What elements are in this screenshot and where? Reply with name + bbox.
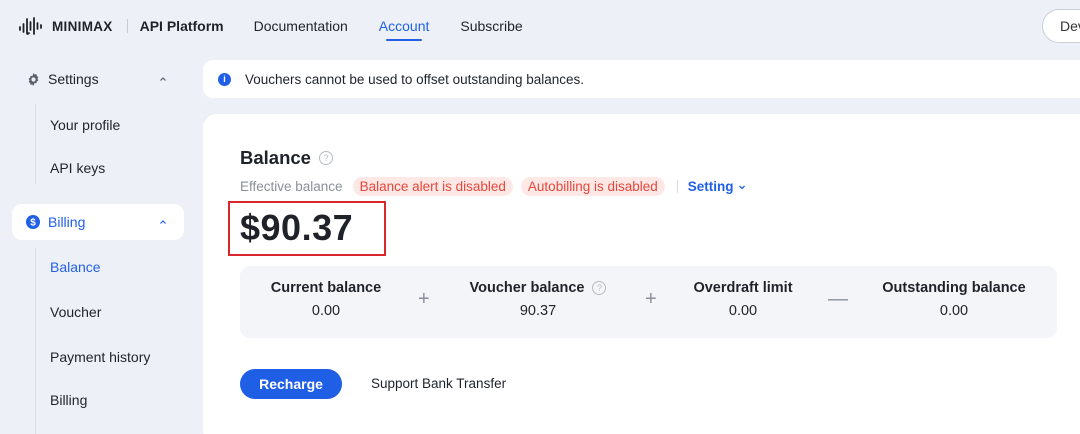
balance-heading: Balance ? — [240, 147, 333, 169]
sidebar-item-your-profile[interactable]: Your profile — [50, 117, 120, 133]
current-balance: Current balance 0.00 — [262, 280, 390, 319]
top-navigation: MINIMAX API Platform Documentation Accou… — [0, 0, 1080, 52]
recharge-button[interactable]: Recharge — [240, 369, 342, 399]
developer-button[interactable]: Dev — [1042, 9, 1080, 43]
sidebar-group-settings[interactable]: Settings — [12, 61, 184, 97]
balance-card: Balance ? Effective balance Balance aler… — [203, 114, 1080, 434]
divider — [676, 180, 678, 193]
sidebar-item-balance[interactable]: Balance — [50, 259, 101, 275]
overdraft-limit-label: Overdraft limit — [693, 280, 793, 296]
platform-title: API Platform — [139, 18, 224, 34]
sidebar-tree-line — [35, 104, 36, 184]
outstanding-balance: Outstanding balance 0.00 — [871, 280, 1037, 319]
chevron-up-icon — [160, 77, 166, 81]
sidebar-tree-line — [35, 248, 36, 434]
sidebar-group-label: Billing — [48, 214, 86, 230]
sidebar-group-label: Settings — [48, 71, 99, 87]
setting-dropdown[interactable]: Setting — [688, 179, 746, 194]
current-balance-label: Current balance — [270, 280, 382, 296]
gear-icon — [26, 72, 40, 86]
info-icon: i — [218, 72, 231, 86]
voucher-balance-value: 90.37 — [519, 303, 557, 319]
balance-status-row: Effective balance Balance alert is disab… — [240, 177, 746, 196]
info-banner: i Vouchers cannot be used to offset outs… — [203, 60, 1080, 98]
minimax-logo-icon — [19, 17, 42, 35]
svg-text:$: $ — [30, 218, 36, 229]
balance-summary: Current balance 0.00 + Voucher balance ?… — [240, 266, 1057, 338]
setting-label: Setting — [687, 179, 734, 194]
sidebar: Settings Your profile API keys $ Billing… — [0, 52, 200, 434]
voucher-balance: Voucher balance ? 90.37 — [460, 280, 616, 319]
nav-subscribe[interactable]: Subscribe — [460, 0, 522, 52]
main-nav: Documentation Account Subscribe — [254, 0, 554, 52]
chevron-up-icon — [160, 220, 166, 224]
sidebar-group-billing[interactable]: $ Billing — [12, 204, 184, 240]
logo-text: MINIMAX — [52, 18, 113, 34]
sidebar-item-api-keys[interactable]: API keys — [50, 160, 105, 176]
outstanding-balance-value: 0.00 — [939, 303, 969, 319]
effective-balance-label: Effective balance — [240, 179, 343, 194]
plus-icon: + — [418, 288, 430, 310]
nav-documentation[interactable]: Documentation — [254, 0, 348, 52]
logo[interactable]: MINIMAX — [18, 15, 113, 37]
balance-title: Balance — [240, 147, 311, 168]
help-icon[interactable]: ? — [592, 281, 607, 295]
overdraft-limit: Overdraft limit 0.00 — [680, 280, 806, 319]
minus-icon: — — [828, 288, 848, 310]
voucher-balance-heading: Voucher balance ? — [460, 280, 616, 296]
overdraft-limit-value: 0.00 — [728, 303, 758, 319]
autobilling-badge: Autobilling is disabled — [520, 177, 665, 196]
outstanding-balance-label: Outstanding balance — [882, 280, 1026, 296]
help-icon[interactable]: ? — [318, 151, 333, 165]
nav-account[interactable]: Account — [379, 0, 429, 52]
sidebar-item-voucher[interactable]: Voucher — [50, 304, 101, 320]
dollar-icon: $ — [26, 215, 40, 229]
current-balance-value: 0.00 — [311, 303, 341, 319]
sidebar-item-billing[interactable]: Billing — [50, 392, 87, 408]
balance-alert-badge: Balance alert is disabled — [352, 177, 513, 196]
bank-transfer-link[interactable]: Support Bank Transfer — [371, 376, 506, 391]
plus-icon: + — [645, 288, 657, 310]
chevron-down-icon — [738, 185, 745, 189]
balance-amount: $90.37 — [240, 207, 354, 248]
logo-divider — [126, 19, 128, 33]
voucher-balance-label: Voucher balance — [469, 280, 585, 296]
info-banner-text: Vouchers cannot be used to offset outsta… — [245, 71, 584, 87]
sidebar-item-payment-history[interactable]: Payment history — [50, 349, 150, 365]
